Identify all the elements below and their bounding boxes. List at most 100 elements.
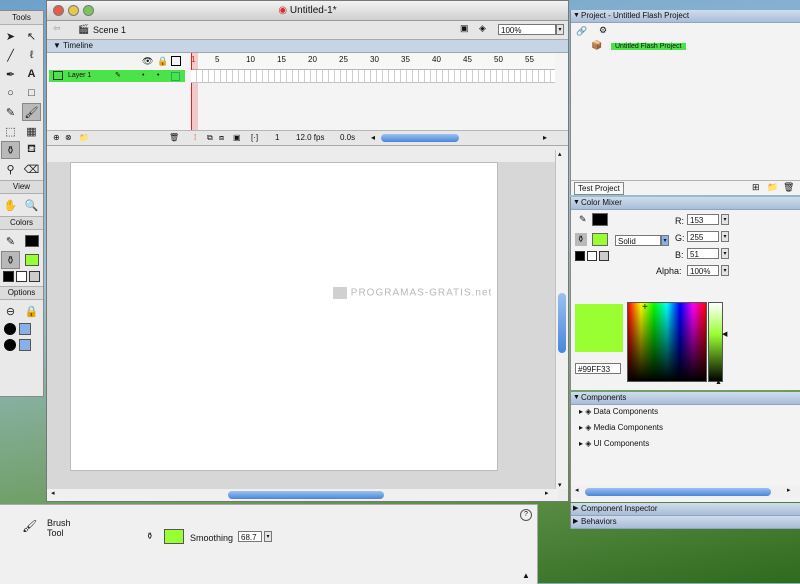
tree-item-data[interactable]: ▸ ◈ Data Components [579,406,658,418]
hscroll-left-arrow[interactable]: ◂ [51,489,55,497]
brush-shape-select[interactable] [0,336,43,354]
black-white-icon[interactable] [3,271,14,282]
add-folder-icon[interactable]: 📁 [79,131,89,145]
pen-icon[interactable]: ✒ [1,65,20,83]
black-white-icon[interactable] [575,251,585,261]
lock-icon[interactable]: 🔒 [157,56,168,67]
brush-size-select[interactable] [0,322,43,336]
center-frame-icon[interactable]: ⁞ [194,131,196,145]
lock-fill-icon[interactable]: 🔒 [22,302,41,320]
swap-colors-icon[interactable] [29,271,40,282]
delete-icon[interactable]: 🗑 [783,182,794,193]
project-settings-icon[interactable]: ⚙ [599,25,607,36]
paint-bucket-icon[interactable]: ⛾ [22,141,41,159]
hex-input[interactable]: #99FF33 [575,363,621,374]
test-project-button[interactable]: Test Project [574,182,624,195]
project-panel-header[interactable]: Project - Untitled Flash Project [571,10,800,23]
swap-colors-icon[interactable] [599,251,609,261]
stroke-swatch[interactable] [592,213,608,226]
components-scroll-thumb[interactable] [585,488,771,496]
b-input[interactable]: 51 [687,248,719,259]
fill-type-select[interactable]: Solid [615,235,661,246]
expand-arrow-icon[interactable]: ▸ [579,423,583,432]
oval-icon[interactable]: ○ [1,84,20,102]
zoom-input[interactable]: 100% [498,24,556,35]
fill-color-icon[interactable]: ⚱ [1,251,20,269]
new-folder-icon[interactable]: 📁 [767,182,778,193]
brightness-marker-icon[interactable]: ◀ [722,330,727,338]
brush-mode-icon[interactable]: ⊖ [1,302,20,320]
add-file-icon[interactable]: ⊞ [752,182,760,193]
no-color-icon[interactable] [587,251,597,261]
outline-icon[interactable] [171,56,181,66]
fill-type-dropdown[interactable]: ▾ [661,235,669,246]
stroke-swatch[interactable] [22,232,41,250]
resize-grip-icon[interactable]: ▲ [522,571,530,580]
fill-transform-icon[interactable]: ▦ [22,122,41,140]
no-color-icon[interactable] [16,271,27,282]
eye-icon[interactable]: 👁 [142,56,153,67]
timeline-scroll-thumb[interactable] [381,134,459,142]
playhead[interactable] [191,53,198,141]
eyedropper-icon[interactable]: ⚲ [1,160,20,178]
fill-swatch[interactable] [22,251,41,269]
stroke-color-icon[interactable]: ✎ [1,232,20,250]
components-scroll-left[interactable]: ◂ [575,486,579,494]
fill-swatch[interactable] [592,233,608,246]
subselect-icon[interactable]: ↖ [22,27,41,45]
b-dropdown[interactable]: ▾ [721,248,729,259]
timeline-toggle-icon[interactable]: ▼ [53,41,61,50]
timeline-header[interactable]: ▼ Timeline [47,40,568,53]
trash-icon[interactable]: 🗑 [169,131,179,145]
r-dropdown[interactable]: ▾ [721,214,729,225]
lasso-icon[interactable]: ℓ [22,46,41,64]
free-transform-icon[interactable]: ⬚ [1,122,20,140]
layer-name[interactable]: Layer 1 [68,72,91,79]
scroll-right-arrow[interactable]: ▸ [543,131,547,145]
pencil-icon[interactable]: ✎ [1,103,20,121]
onion-skin-icon[interactable]: ⧉ [207,131,213,145]
back-arrow-icon[interactable]: ⇦ [53,23,61,34]
stage-hscroll[interactable]: ◂ ▸ [47,489,558,501]
edit-symbol-icon[interactable]: ◈ [479,23,486,34]
rectangle-icon[interactable]: □ [22,84,41,102]
frame-cells[interactable] [191,70,555,83]
layer-visible-dot[interactable]: • [142,70,144,82]
alpha-input[interactable]: 100% [687,265,719,276]
edit-multiple-icon[interactable]: ▣ [233,131,241,145]
project-icon[interactable]: 🔗 [576,26,587,37]
zoom-dropdown[interactable]: ▾ [556,24,564,35]
line-icon[interactable]: ╱ [1,46,20,64]
components-hscroll[interactable]: ◂ ▸ [571,486,800,498]
edit-scene-icon[interactable]: ▣ [460,23,469,34]
fill-color-swatch[interactable] [164,529,184,544]
expand-arrow-icon[interactable]: ▸ [579,439,583,448]
hscroll-right-arrow[interactable]: ▸ [545,489,549,497]
vscroll-thumb[interactable] [558,293,566,353]
layer-outline-box[interactable] [171,72,180,81]
stage-area[interactable]: PROGRAMAS-GRATIS.net [47,162,558,489]
behaviors-header[interactable]: Behaviors [571,516,800,529]
arrow-icon[interactable]: ➤ [1,27,20,45]
project-name[interactable]: Untitled Flash Project [611,43,686,50]
add-layer-icon[interactable]: ⊕ [53,131,60,145]
onion-outline-icon[interactable]: ⧈ [219,131,224,145]
color-spectrum[interactable] [627,302,707,382]
fill-bucket-icon[interactable]: ⚱ [575,233,587,246]
tree-item-media[interactable]: ▸ ◈ Media Components [579,422,663,434]
brightness-slider[interactable] [708,302,723,382]
expand-arrow-icon[interactable]: ▸ [579,407,583,416]
alpha-dropdown[interactable]: ▾ [721,265,729,276]
smoothing-dropdown[interactable]: ▾ [264,531,272,542]
text-icon[interactable]: A [22,65,41,83]
components-header[interactable]: Components [571,392,800,405]
add-guide-icon[interactable]: ⊗ [65,131,72,145]
vscroll-down-arrow[interactable]: ▾ [558,481,562,489]
scroll-left-arrow[interactable]: ◂ [371,131,375,145]
g-dropdown[interactable]: ▾ [721,231,729,242]
r-input[interactable]: 153 [687,214,719,225]
brush-icon[interactable]: 🖌 [22,103,41,121]
components-scroll-right[interactable]: ▸ [787,486,791,494]
layer-row[interactable]: Layer 1 ✎ • • [49,70,185,82]
tree-item-ui[interactable]: ▸ ◈ UI Components [579,438,649,450]
